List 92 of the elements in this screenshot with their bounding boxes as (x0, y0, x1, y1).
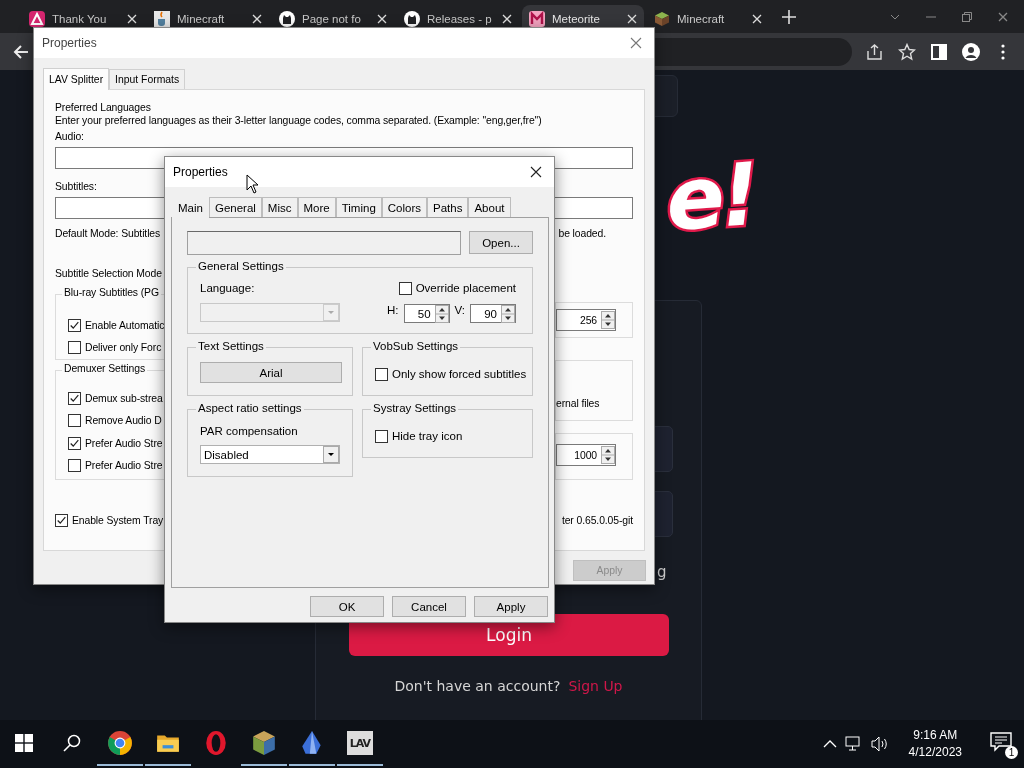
checkbox-label: Enable System Tray (72, 514, 164, 526)
open-button[interactable]: Open... (469, 231, 533, 254)
field-label: V: (454, 304, 465, 317)
dialog-tab[interactable]: LAV Splitter (43, 68, 110, 90)
checkbox-label: Enable Automatic (85, 319, 165, 331)
group-title: Systray Settings (371, 402, 459, 414)
checkbox[interactable] (68, 318, 81, 332)
ring-icon[interactable] (203, 730, 229, 756)
number-spinner[interactable]: 50 (403, 304, 450, 323)
block-icon (654, 11, 670, 27)
checkbox[interactable] (375, 367, 388, 381)
checkbox-label: Demux sub-strea (85, 392, 163, 404)
checkbox[interactable] (375, 429, 388, 443)
hint-text: Enter your preferred languages as their 3-letter language codes, comma separated. (Example: "eng,ger,fre") (55, 114, 542, 127)
mode-text: be loaded. (558, 227, 606, 240)
checkbox-label: Deliver only Forc (85, 341, 162, 353)
volume-icon[interactable] (870, 736, 889, 752)
share-icon[interactable] (866, 42, 884, 61)
dialog-tab[interactable]: More (297, 197, 336, 217)
search-icon[interactable] (63, 734, 81, 752)
block-icon[interactable] (251, 730, 277, 756)
signup-prompt: Don't have an account? (394, 678, 561, 694)
remember-label: g (657, 563, 667, 581)
browser-tab[interactable]: Minecraft (647, 5, 769, 33)
checkbox-label: Prefer Audio Stre (85, 460, 163, 471)
network-icon[interactable] (844, 736, 863, 752)
checkbox[interactable] (55, 513, 68, 527)
option-text: ernal files (556, 398, 600, 409)
sidebar-icon[interactable] (930, 42, 948, 61)
dialog-tab[interactable]: About (468, 197, 511, 217)
dialog-tab[interactable]: Timing (335, 197, 382, 217)
site-logo: e! (663, 151, 759, 243)
browser-icon[interactable] (107, 730, 133, 756)
spin-arrows-icon[interactable] (501, 304, 515, 323)
dialog-button[interactable]: OK (310, 596, 384, 617)
close-icon[interactable] (530, 166, 542, 178)
spin-arrows-icon[interactable] (601, 311, 615, 329)
dialog-button[interactable]: Cancel (392, 596, 466, 617)
field-label: Language: (200, 282, 255, 295)
group-title: Demuxer Settings (62, 363, 147, 374)
checkbox-label: Remove Audio D (85, 415, 162, 426)
checkbox[interactable] (68, 391, 81, 405)
restore-icon[interactable] (962, 11, 972, 22)
new-tab-icon[interactable] (782, 9, 796, 24)
dialog-tab[interactable]: Paths (427, 197, 469, 217)
spin-arrows-icon[interactable] (434, 304, 449, 323)
dialog-tab[interactable]: Input Formats (109, 69, 186, 89)
file-path-field[interactable] (187, 231, 461, 255)
lav-tile-icon[interactable]: LAV (347, 731, 373, 755)
field-label: Subtitles: (55, 180, 97, 193)
checkbox[interactable] (398, 281, 412, 295)
back-arrow-icon[interactable] (12, 42, 30, 61)
group-title: Blu-ray Subtitles (PG (62, 287, 161, 298)
star-icon[interactable] (898, 42, 916, 61)
dialog-button[interactable]: Apply (474, 596, 548, 617)
profile-icon[interactable] (962, 42, 980, 61)
checkbox-label: Hide tray icon (392, 430, 463, 442)
checkbox-label: Prefer Audio Stre (85, 437, 163, 449)
spin-arrows-icon[interactable] (601, 446, 615, 464)
field-label: Subtitle Selection Mode (55, 267, 162, 280)
mode-text: Default Mode: Subtitles (55, 227, 161, 240)
field-label: PAR compensation (200, 425, 298, 438)
number-spinner[interactable]: 1000 (556, 444, 616, 466)
checkbox[interactable] (68, 459, 81, 472)
font-button[interactable]: Arial (200, 362, 342, 383)
dialog-tab[interactable]: General (208, 197, 262, 217)
checkbox[interactable] (68, 436, 81, 450)
field-label: Audio: (55, 130, 84, 143)
checkbox-label: Override placement (415, 282, 516, 294)
field-label: H: (387, 304, 399, 317)
window-title: Properties (173, 165, 228, 179)
section-heading: Preferred Languages (55, 101, 151, 114)
version-text: ter 0.65.0.05-git (561, 514, 633, 527)
square-logo-icon (529, 11, 545, 27)
notification-count: 1 (1005, 746, 1018, 759)
number-spinner[interactable]: 256 (556, 309, 616, 331)
group-title: VobSub Settings (371, 340, 461, 352)
dialog-tab[interactable]: Colors (381, 197, 428, 217)
dialog-tab[interactable]: Misc (261, 197, 298, 217)
number-spinner[interactable]: 90 (470, 304, 516, 323)
window-title: Properties (42, 36, 97, 50)
group-title: General Settings (196, 260, 286, 272)
clock-date[interactable]: 4/12/2023 (908, 744, 962, 761)
clock-time[interactable]: 9:16 AM (913, 727, 958, 744)
par-dropdown[interactable]: Disabled (200, 445, 340, 464)
chevron-up-icon[interactable] (822, 739, 837, 749)
checkbox[interactable] (68, 340, 81, 354)
checkbox-label: Only show forced subtitles (392, 368, 527, 380)
checkbox[interactable] (68, 414, 81, 427)
group-title: Text Settings (196, 340, 266, 352)
group-title: Aspect ratio settings (196, 402, 304, 414)
windows-start-icon[interactable] (15, 734, 33, 752)
